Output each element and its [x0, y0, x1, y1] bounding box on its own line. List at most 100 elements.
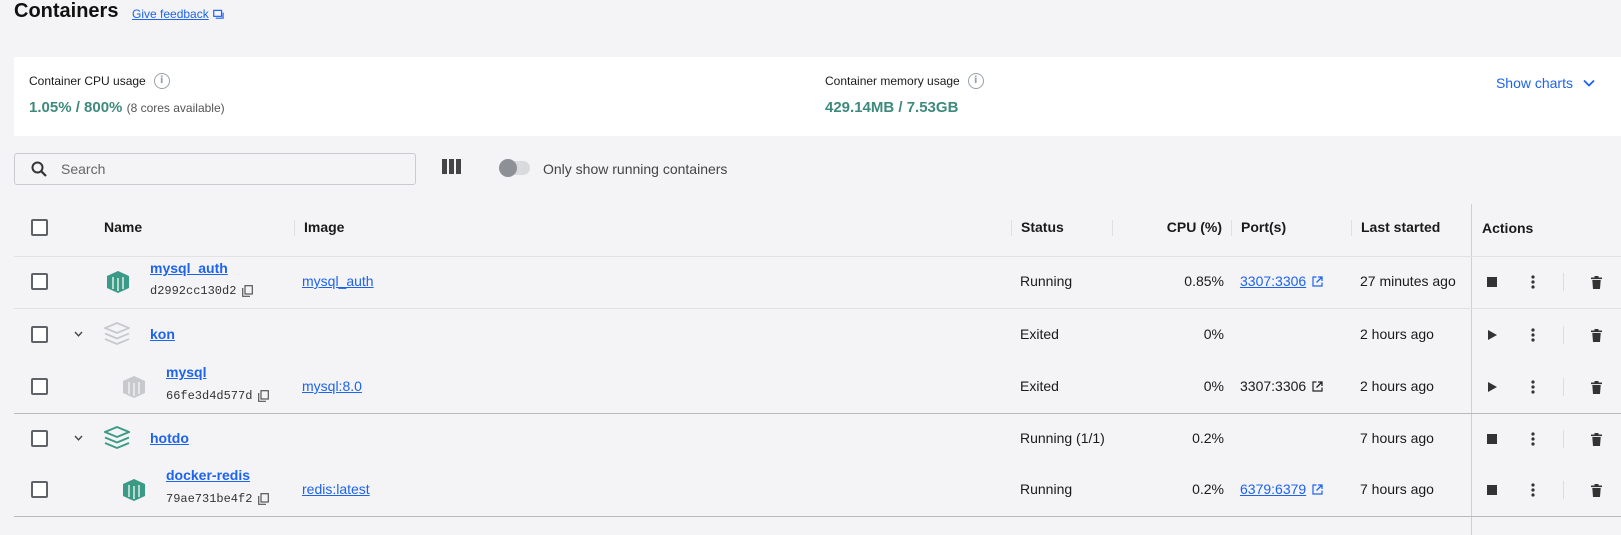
memory-usage-label: Container memory usage — [825, 74, 960, 88]
table-row[interactable]: mysql_auth d2992cc130d2 mysql_auth Runni… — [0, 257, 1621, 308]
chevron-down-icon[interactable] — [74, 331, 83, 337]
external-link-icon[interactable] — [1312, 380, 1323, 392]
start-button[interactable] — [1483, 378, 1501, 396]
trash-icon — [1590, 328, 1602, 342]
info-icon[interactable]: i — [967, 73, 984, 89]
delete-button[interactable] — [1587, 273, 1605, 291]
status-text: Running — [1020, 481, 1073, 497]
chevron-down-icon[interactable] — [74, 435, 83, 441]
cpu-usage-value: 1.05% / 800% — [29, 99, 123, 116]
delete-button[interactable] — [1587, 430, 1605, 448]
row-checkbox[interactable] — [31, 378, 48, 395]
info-icon[interactable]: i — [153, 73, 170, 89]
more-vertical-icon — [1531, 432, 1535, 446]
row-checkbox[interactable] — [31, 326, 48, 343]
show-charts-label: Show charts — [1495, 75, 1573, 91]
start-button[interactable] — [1483, 326, 1501, 344]
status-text: Running (1/1) — [1020, 430, 1105, 446]
status-text: Exited — [1020, 378, 1059, 394]
port-link-wrapper[interactable]: 3307:3306 — [1240, 273, 1323, 289]
more-options-button[interactable] — [1524, 273, 1542, 291]
column-divider[interactable] — [294, 220, 295, 236]
table-row[interactable]: docker-redis 79ae731be4f2 redis:latest R… — [0, 464, 1621, 516]
compose-name-link[interactable]: kon — [150, 326, 175, 342]
cpu-value: 0% — [1203, 326, 1224, 342]
delete-button[interactable] — [1587, 481, 1605, 499]
image-link[interactable]: redis:latest — [302, 481, 370, 497]
column-divider[interactable] — [1112, 220, 1113, 236]
more-vertical-icon — [1531, 483, 1535, 497]
copy-icon[interactable] — [258, 390, 270, 402]
copy-icon[interactable] — [242, 285, 254, 297]
running-only-toggle[interactable] — [499, 159, 530, 177]
columns-icon — [442, 159, 461, 174]
row-checkbox[interactable] — [31, 481, 48, 498]
container-name-link[interactable]: docker-redis — [166, 467, 250, 483]
action-divider — [1563, 326, 1564, 344]
image-link[interactable]: mysql_auth — [302, 273, 374, 289]
column-divider[interactable] — [1351, 220, 1352, 236]
image-link[interactable]: mysql:8.0 — [302, 378, 362, 394]
external-link-icon — [1312, 483, 1323, 495]
compose-stack-stopped-icon — [104, 322, 130, 345]
row-checkbox[interactable] — [31, 273, 48, 290]
more-options-button[interactable] — [1524, 378, 1542, 396]
delete-button[interactable] — [1587, 378, 1605, 396]
compose-name-link[interactable]: hotdo — [150, 430, 189, 446]
last-started-text: 2 hours ago — [1360, 326, 1434, 342]
table-row[interactable]: kon Exited 0% 2 hours ago — [0, 309, 1621, 361]
port-link[interactable]: 3307:3306 — [1240, 273, 1306, 289]
table-row[interactable]: hotdo Running (1/1) 0.2% 7 hours ago — [0, 414, 1621, 464]
container-id: 79ae731be4f2 — [166, 492, 270, 506]
port-link-wrapper[interactable]: 6379:6379 — [1240, 481, 1323, 497]
container-stopped-icon — [123, 376, 145, 398]
page-title: Containers — [14, 0, 119, 22]
more-options-button[interactable] — [1524, 430, 1542, 448]
column-header-image[interactable]: Image — [304, 219, 344, 235]
copy-icon[interactable] — [258, 493, 270, 505]
columns-button[interactable] — [442, 159, 461, 179]
column-header-ports[interactable]: Port(s) — [1241, 219, 1286, 235]
cpu-usage-label-row: Container CPU usage i — [29, 73, 170, 89]
stop-icon — [1487, 485, 1497, 495]
stop-button[interactable] — [1483, 481, 1501, 499]
show-charts-button[interactable]: Show charts — [1496, 75, 1595, 91]
stop-button[interactable] — [1483, 430, 1501, 448]
cpu-cores-note: (8 cores available) — [126, 101, 225, 115]
give-feedback-label[interactable]: Give feedback — [132, 7, 209, 21]
column-divider[interactable] — [1011, 220, 1012, 236]
container-id-text: d2992cc130d2 — [150, 284, 237, 298]
container-id-text: 66fe3d4d577d — [166, 389, 253, 403]
column-header-cpu[interactable]: CPU (%) — [1140, 219, 1222, 235]
stop-icon — [1487, 277, 1497, 287]
table-row[interactable]: mysql 66fe3d4d577d mysql:8.0 Exited 0% 3… — [0, 361, 1621, 413]
stop-button[interactable] — [1483, 273, 1501, 291]
select-all-checkbox[interactable] — [31, 219, 48, 236]
search-box[interactable] — [14, 153, 416, 185]
column-header-actions: Actions — [1482, 220, 1534, 236]
cpu-usage-label: Container CPU usage — [29, 74, 146, 88]
action-divider — [1563, 430, 1564, 448]
give-feedback-link[interactable]: Give feedback — [132, 7, 224, 21]
container-name-link[interactable]: mysql — [166, 364, 206, 380]
column-header-last-started[interactable]: Last started — [1361, 219, 1440, 235]
status-text: Exited — [1020, 326, 1059, 342]
action-divider — [1563, 481, 1564, 499]
delete-button[interactable] — [1587, 326, 1605, 344]
port-link[interactable]: 6379:6379 — [1240, 481, 1306, 497]
row-checkbox[interactable] — [31, 430, 48, 447]
container-running-icon — [123, 479, 145, 501]
port-wrapper[interactable]: 3307:3306 — [1240, 378, 1323, 394]
search-input[interactable] — [61, 161, 381, 177]
container-id: d2992cc130d2 — [150, 284, 254, 298]
trash-icon — [1590, 380, 1602, 394]
column-header-name[interactable]: Name — [104, 219, 142, 235]
more-options-button[interactable] — [1524, 481, 1542, 499]
column-divider[interactable] — [1231, 220, 1232, 236]
container-name-link[interactable]: mysql_auth — [150, 260, 228, 276]
running-only-label: Only show running containers — [543, 161, 728, 177]
action-divider — [1563, 378, 1564, 396]
more-vertical-icon — [1531, 380, 1535, 394]
column-header-status[interactable]: Status — [1021, 219, 1064, 235]
more-options-button[interactable] — [1524, 326, 1542, 344]
